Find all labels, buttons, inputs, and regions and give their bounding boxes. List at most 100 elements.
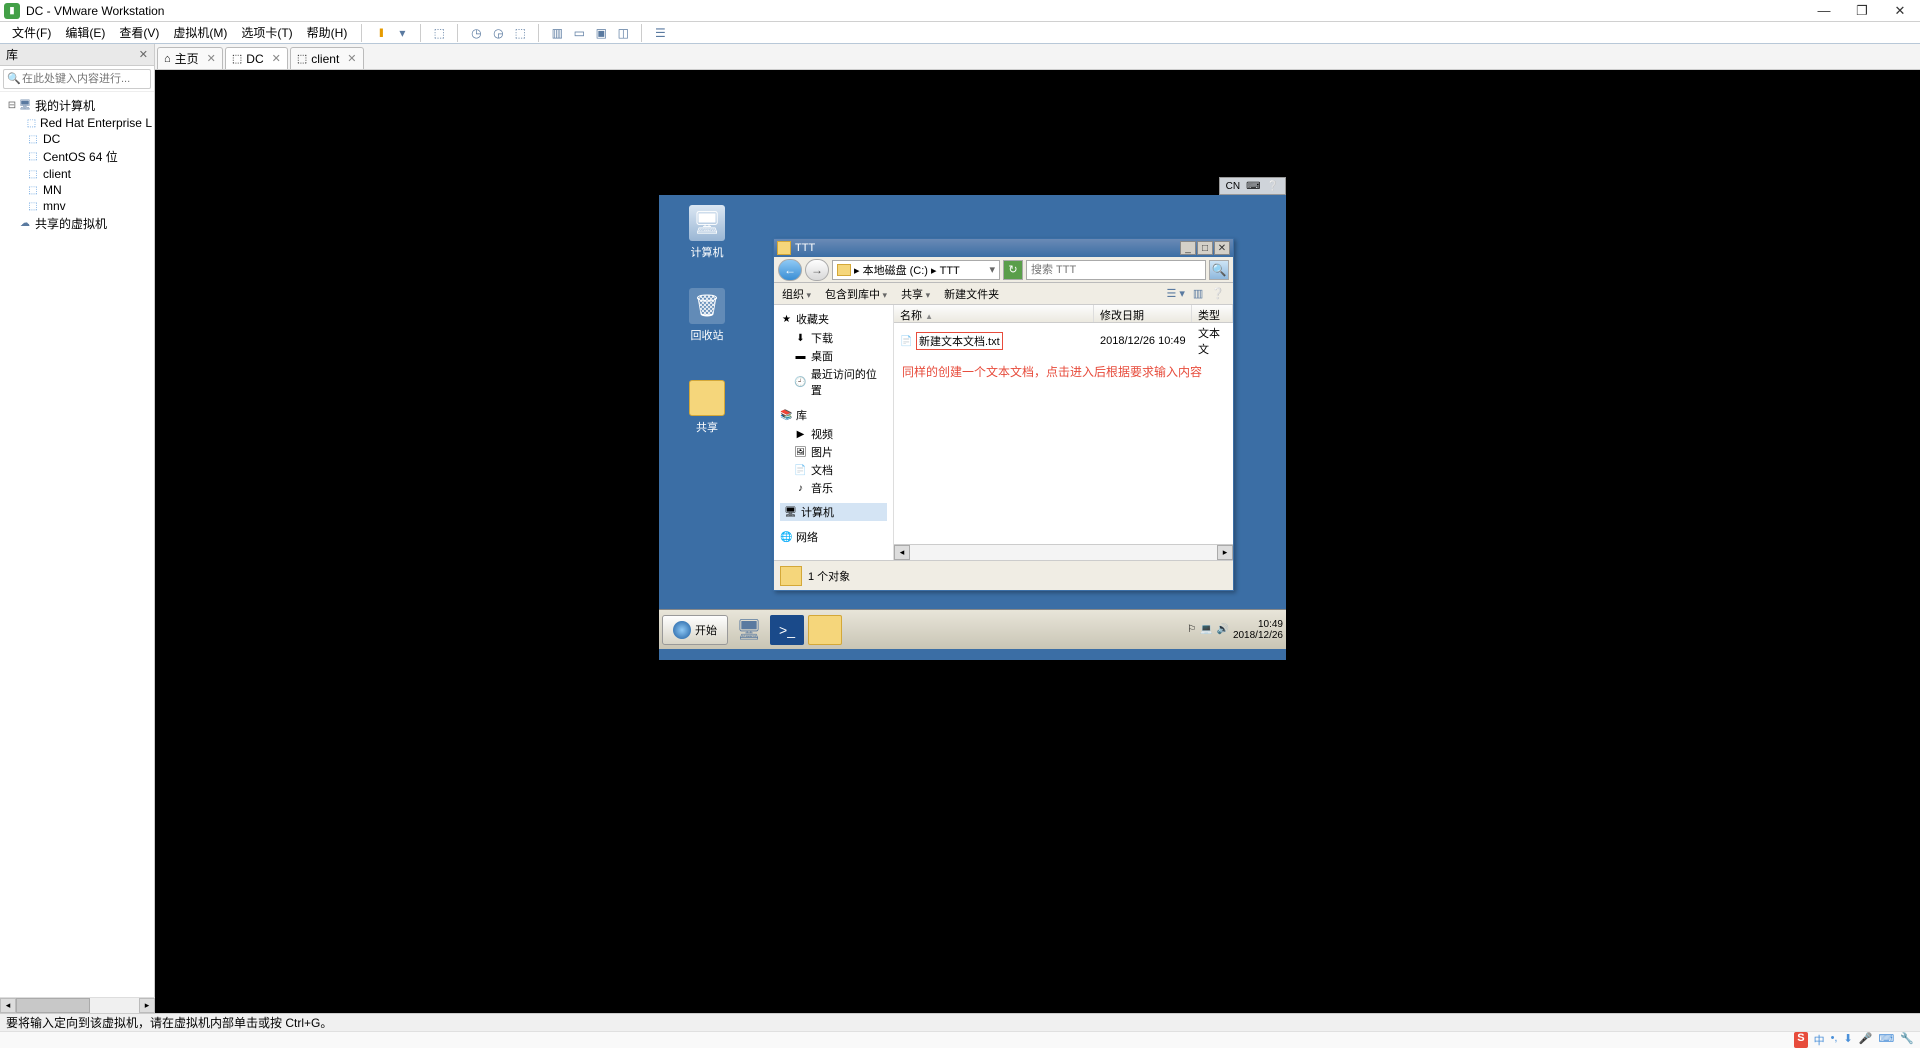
ime-mic-icon[interactable]: 🎤 [1859, 1032, 1873, 1048]
chevron-down-icon[interactable]: ▾ [989, 263, 995, 276]
view-library-button[interactable]: ☰ [650, 24, 670, 42]
sidebar-horizontal-scrollbar[interactable]: ◂ ▸ [0, 997, 155, 1013]
col-date[interactable]: 修改日期 [1094, 305, 1192, 322]
sidebar-close-button[interactable]: ✕ [139, 48, 148, 61]
tree-vm-dc[interactable]: ⬚DC [2, 131, 152, 147]
window-close-button[interactable]: ✕ [1890, 3, 1910, 19]
library-search-input[interactable] [3, 69, 151, 89]
snapshot-button[interactable]: ◷ [466, 24, 486, 42]
scroll-left-button[interactable]: ◂ [0, 998, 16, 1013]
ime-zhong[interactable]: 中 [1814, 1032, 1825, 1048]
explorer-maximize-button[interactable]: □ [1197, 241, 1213, 255]
snapshot-manager-button[interactable]: ⬚ [510, 24, 530, 42]
desktop-icon-recycle[interactable]: 🗑 回收站 [677, 288, 737, 343]
toolbar-organize[interactable]: 组织 [782, 286, 811, 302]
start-button[interactable]: 开始 [662, 615, 728, 645]
guest-display[interactable]: CN ⌨ ❔ 🖥 计算机 🗑 回收站 共享 [155, 70, 1920, 1013]
menu-file[interactable]: 文件(F) [6, 22, 57, 43]
nav-documents[interactable]: 📄文档 [780, 461, 887, 479]
nav-music[interactable]: ♪音乐 [780, 479, 887, 497]
help-icon[interactable]: ❔ [1267, 181, 1279, 192]
horizontal-scrollbar[interactable]: ◂ ▸ [894, 544, 1233, 560]
tab-close-icon[interactable]: ✕ [347, 52, 356, 65]
pause-button[interactable]: II [370, 24, 390, 42]
help-button[interactable]: ❔ [1211, 287, 1225, 300]
col-type[interactable]: 类型 [1192, 305, 1233, 322]
nav-desktop[interactable]: ▬桌面 [780, 347, 887, 365]
tree-vm-mn[interactable]: ⬚MN [2, 182, 152, 198]
address-bar[interactable]: ▸ 本地磁盘 (C:) ▸ TTT ▾ [832, 260, 1000, 280]
tray-flag-icon[interactable]: ⚐ [1187, 624, 1196, 635]
send-keys-button[interactable]: ⬚ [429, 24, 449, 42]
desktop-icon-computer[interactable]: 🖥 计算机 [677, 205, 737, 260]
tab-dc[interactable]: ⬚DC✕ [225, 47, 288, 69]
view-console-button[interactable]: ▥ [547, 24, 567, 42]
tree-root-mycomputer[interactable]: ⊟ 🖥 我的计算机 [2, 96, 152, 115]
sogou-ime-icon[interactable]: S [1794, 1032, 1807, 1048]
menu-help[interactable]: 帮助(H) [301, 22, 354, 43]
search-button[interactable]: 🔍 [1209, 260, 1229, 280]
tray-clock[interactable]: 10:49 2018/12/26 [1233, 619, 1283, 641]
toolbar-newfolder[interactable]: 新建文件夹 [944, 286, 999, 302]
view-unity-button[interactable]: ◫ [613, 24, 633, 42]
ime-keyboard-icon[interactable]: ⌨ [1878, 1032, 1894, 1048]
menu-view[interactable]: 查看(V) [113, 22, 165, 43]
window-maximize-button[interactable]: ❐ [1852, 3, 1872, 19]
explorer-close-button[interactable]: ✕ [1214, 241, 1230, 255]
refresh-button[interactable]: ↻ [1003, 260, 1023, 280]
taskbar-server-manager[interactable]: 🖥 [732, 615, 766, 645]
scroll-right-button[interactable]: ▸ [139, 998, 155, 1013]
view-single-button[interactable]: ▭ [569, 24, 589, 42]
view-mode-button[interactable]: ☰ ▾ [1166, 287, 1184, 300]
nav-recent[interactable]: 🕘最近访问的位置 [780, 365, 887, 399]
tab-client[interactable]: ⬚client✕ [290, 47, 364, 69]
nav-libraries[interactable]: 📚库 [780, 405, 887, 425]
tab-close-icon[interactable]: ✕ [207, 52, 216, 65]
tray-network-icon[interactable]: 💻 [1200, 624, 1212, 635]
view-fullscreen-button[interactable]: ▣ [591, 24, 611, 42]
preview-pane-button[interactable]: ▥ [1193, 287, 1203, 300]
nav-favorites[interactable]: ★收藏夹 [780, 309, 887, 329]
language-bar[interactable]: CN ⌨ ❔ [1219, 177, 1286, 195]
explorer-search-input[interactable] [1026, 260, 1206, 280]
tree-vm-redhat[interactable]: ⬚Red Hat Enterprise L [2, 115, 152, 131]
explorer-minimize-button[interactable]: _ [1180, 241, 1196, 255]
menu-edit[interactable]: 编辑(E) [59, 22, 111, 43]
ime-cloud-icon[interactable]: ⬇ [1843, 1032, 1852, 1048]
toolbar-share[interactable]: 共享 [901, 286, 930, 302]
ime-tool-icon[interactable]: 🔧 [1900, 1032, 1914, 1048]
toolbar-include[interactable]: 包含到库中 [825, 286, 887, 302]
ime-punct-icon[interactable]: •, [1831, 1032, 1838, 1048]
nav-downloads[interactable]: ⬇下载 [780, 329, 887, 347]
scroll-right-button[interactable]: ▸ [1217, 545, 1233, 560]
scrollbar-thumb[interactable] [16, 998, 90, 1013]
nav-forward-button[interactable]: → [805, 259, 829, 281]
taskbar-explorer[interactable] [808, 615, 842, 645]
tree-twisty-icon[interactable]: ⊟ [6, 100, 18, 111]
menu-tabs[interactable]: 选项卡(T) [235, 22, 298, 43]
desktop-icon-share[interactable]: 共享 [677, 380, 737, 435]
toolbar-dropdown-icon[interactable]: ▾ [392, 24, 412, 42]
tree-vm-mnv[interactable]: ⬚mnv [2, 198, 152, 214]
snapshot-revert-button[interactable]: ◶ [488, 24, 508, 42]
scroll-left-button[interactable]: ◂ [894, 545, 910, 560]
file-row[interactable]: 📄 新建文本文档.txt 2018/12/26 10:49 文本文 [894, 323, 1233, 359]
nav-computer[interactable]: 🖥计算机 [780, 503, 887, 521]
tree-shared-vms[interactable]: ☁ 共享的虚拟机 [2, 214, 152, 233]
tray-sound-icon[interactable]: 🔊 [1216, 624, 1228, 635]
tree-vm-centos[interactable]: ⬚CentOS 64 位 [2, 147, 152, 166]
col-name[interactable]: 名称 ▲ [894, 305, 1094, 322]
tab-close-icon[interactable]: ✕ [272, 52, 281, 65]
explorer-titlebar[interactable]: TTT _ □ ✕ [774, 239, 1233, 257]
taskbar-powershell[interactable]: >_ [770, 615, 804, 645]
nav-back-button[interactable]: ← [778, 259, 802, 281]
menu-vm[interactable]: 虚拟机(M) [167, 22, 233, 43]
lang-cn[interactable]: CN [1226, 181, 1240, 192]
window-minimize-button[interactable]: — [1814, 3, 1834, 19]
keyboard-icon[interactable]: ⌨ [1246, 181, 1260, 192]
nav-pictures[interactable]: 🖼图片 [780, 443, 887, 461]
nav-videos[interactable]: ▶视频 [780, 425, 887, 443]
nav-network[interactable]: 🌐网络 [780, 527, 887, 547]
tab-home[interactable]: ⌂主页✕ [157, 47, 223, 69]
tree-vm-client[interactable]: ⬚client [2, 166, 152, 182]
